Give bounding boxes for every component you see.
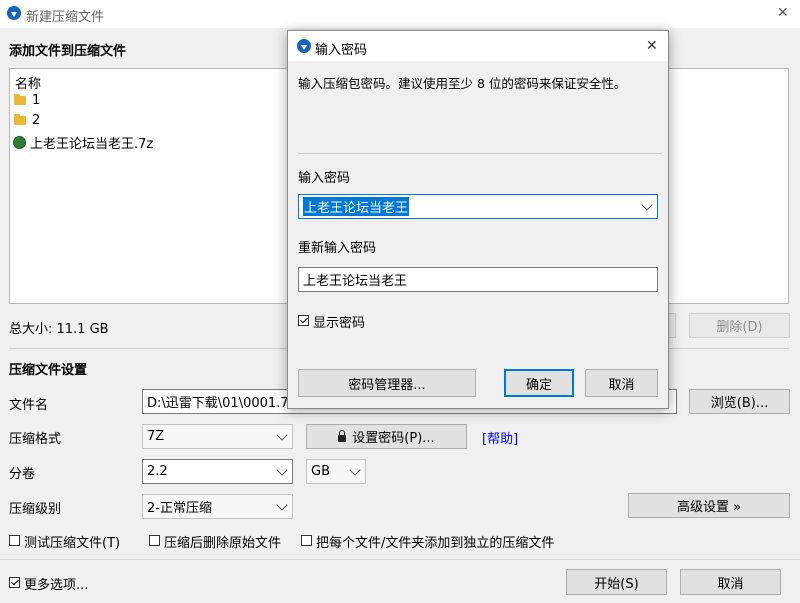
password-manager-button[interactable]: 密码管理器...	[298, 369, 476, 397]
checkbox-label: 测试压缩文件(T)	[24, 536, 121, 551]
level-label: 压缩级别	[9, 502, 62, 517]
list-item[interactable]: 1	[14, 93, 40, 111]
list-item[interactable]: 上老王论坛当老王.7z	[13, 133, 154, 152]
dialog-title-bar: 输入密码 ✕	[288, 31, 668, 61]
dialog-title: 输入密码	[315, 43, 368, 58]
checkbox-box	[9, 577, 20, 588]
archive-icon	[13, 135, 26, 149]
volume-unit-value: GB	[311, 464, 330, 479]
checkbox-box	[9, 535, 20, 546]
folder-icon	[14, 114, 26, 125]
list-item-label: 2	[32, 113, 41, 128]
volume-label: 分卷	[9, 467, 36, 482]
list-item[interactable]: 2	[14, 113, 40, 131]
set-password-label: 设置密码(P)...	[352, 431, 435, 446]
checkbox-label: 显示密码	[313, 316, 366, 331]
list-item-label: 上老王论坛当老王.7z	[30, 136, 154, 152]
file-list-header-name[interactable]: 名称	[15, 73, 41, 92]
help-link[interactable]: [帮助]	[482, 428, 518, 447]
volume-select[interactable]: 2.2	[142, 459, 293, 484]
set-password-button[interactable]: 设置密码(P)...	[306, 424, 467, 449]
level-value: 2-正常压缩	[147, 501, 212, 516]
chevron-down-icon	[641, 198, 653, 211]
format-label: 压缩格式	[9, 432, 62, 447]
password-dialog: 输入密码 ✕ 输入压缩包密码。建议使用至少 8 位的密码来保证安全性。 输入密码…	[287, 30, 669, 409]
folder-icon	[14, 94, 26, 105]
volume-value: 2.2	[147, 464, 168, 479]
checkbox-box	[149, 535, 160, 546]
close-icon[interactable]: ✕	[646, 38, 658, 54]
reenter-label: 重新输入密码	[298, 241, 377, 256]
checkbox-box	[298, 315, 309, 326]
chevron-down-icon	[276, 498, 288, 511]
reenter-password-field[interactable]: 上老王论坛当老王	[298, 267, 658, 292]
chevron-down-icon	[276, 428, 288, 441]
delete-button[interactable]: 删除(D)	[689, 313, 790, 338]
app-icon	[297, 39, 311, 53]
volume-unit-select[interactable]: GB	[306, 459, 366, 484]
ok-button[interactable]: 确定	[504, 369, 574, 397]
password-label: 输入密码	[298, 171, 351, 186]
add-section-title: 添加文件到压缩文件	[9, 44, 127, 59]
password-combo[interactable]: 上老王论坛当老王	[298, 194, 658, 219]
dialog-header-area: 输入压缩包密码。建议使用至少 8 位的密码来保证安全性。	[288, 61, 668, 154]
chevron-down-icon	[276, 463, 288, 476]
close-icon[interactable]: ✕	[777, 5, 789, 21]
format-value: 7Z	[147, 429, 165, 444]
title-bar: 新建压缩文件 ✕	[0, 0, 800, 28]
password-value: 上老王论坛当老王	[303, 197, 410, 216]
dialog-description: 输入压缩包密码。建议使用至少 8 位的密码来保证安全性。	[298, 76, 627, 91]
chevron-down-icon	[349, 463, 361, 476]
checkbox-label: 把每个文件/文件夹添加到独立的压缩文件	[316, 536, 555, 551]
app-icon	[7, 6, 21, 20]
cancel-button[interactable]: 取消	[680, 569, 781, 595]
checkbox-box	[301, 535, 312, 546]
list-item-label: 1	[32, 93, 41, 108]
format-select[interactable]: 7Z	[142, 424, 293, 449]
dialog-divider	[298, 153, 662, 154]
total-size: 总大小: 11.1 GB	[9, 322, 109, 337]
level-select[interactable]: 2-正常压缩	[142, 494, 293, 519]
filename-label: 文件名	[9, 398, 49, 413]
lock-icon	[338, 429, 347, 442]
settings-title: 压缩文件设置	[9, 363, 88, 378]
window-title: 新建压缩文件	[26, 10, 105, 25]
checkbox-label: 压缩后删除原始文件	[164, 536, 282, 551]
checkbox-label: 更多选项...	[24, 578, 89, 593]
dialog-cancel-button[interactable]: 取消	[585, 369, 658, 397]
bottom-divider	[0, 559, 800, 560]
start-button[interactable]: 开始(S)	[566, 569, 667, 595]
advanced-settings-button[interactable]: 高级设置 »	[628, 493, 790, 518]
browse-button[interactable]: 浏览(B)...	[689, 389, 790, 414]
